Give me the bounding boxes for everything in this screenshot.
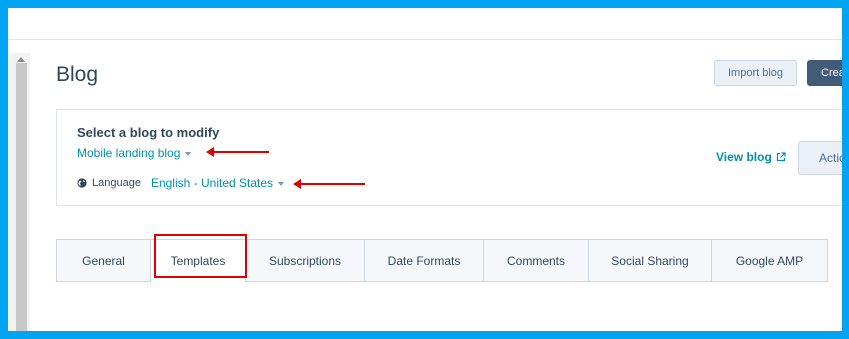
blog-selector-panel: Select a blog to modify Mobile landing b…	[56, 109, 842, 206]
page-title: Blog	[56, 63, 99, 86]
top-navigation-bar	[8, 8, 842, 40]
tab-date-formats[interactable]: Date Formats	[365, 239, 484, 282]
language-row: Language English - United States	[77, 176, 285, 190]
import-blog-button[interactable]: Import blog	[714, 60, 797, 86]
caret-down-icon	[278, 182, 285, 186]
caret-down-icon	[185, 152, 192, 156]
tab-comments[interactable]: Comments	[484, 239, 589, 282]
language-dropdown[interactable]: English - United States	[150, 176, 285, 190]
scrollbar-thumb[interactable]	[16, 63, 27, 331]
tab-social-sharing[interactable]: Social Sharing	[589, 239, 712, 282]
globe-icon	[77, 178, 87, 188]
language-dropdown-value: English - United States	[150, 176, 274, 190]
select-blog-heading: Select a blog to modify	[77, 125, 220, 140]
annotation-highlight-box	[154, 234, 247, 278]
scroll-up-arrow-icon[interactable]	[17, 57, 25, 62]
annotation-arrow-blog	[206, 147, 269, 157]
view-blog-link[interactable]: View blog	[716, 150, 786, 164]
tab-subscriptions[interactable]: Subscriptions	[246, 239, 365, 282]
tab-general[interactable]: General	[56, 239, 151, 282]
annotation-arrow-language	[293, 179, 365, 189]
view-blog-label: View blog	[716, 150, 772, 164]
external-link-icon	[776, 152, 786, 162]
blog-dropdown-value: Mobile landing blog	[77, 146, 181, 160]
tab-google-amp[interactable]: Google AMP	[712, 239, 828, 282]
language-label: Language	[92, 177, 141, 189]
app-frame: Blog Import blog Create blog Select a bl…	[8, 8, 842, 331]
create-blog-button[interactable]: Create blog	[807, 60, 842, 86]
blog-dropdown[interactable]: Mobile landing blog	[77, 146, 192, 160]
actions-button[interactable]: Actions	[798, 141, 842, 175]
